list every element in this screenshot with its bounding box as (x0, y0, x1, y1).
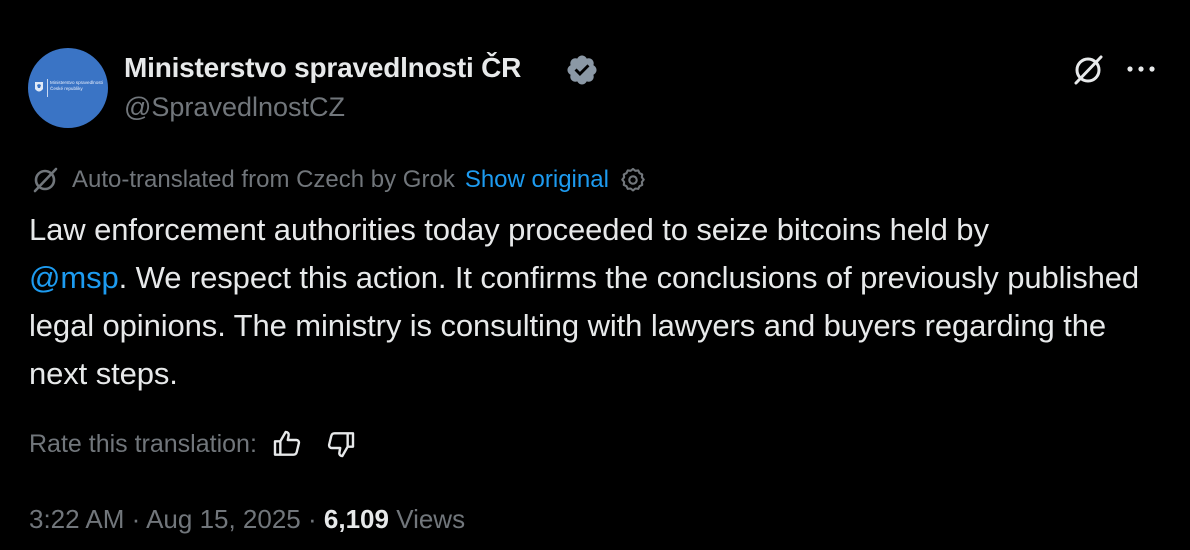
mention-link[interactable]: @msp (29, 260, 119, 295)
tweet-time[interactable]: 3:22 AM (29, 504, 124, 534)
tweet-text: Law enforcement authorities today procee… (29, 206, 1169, 398)
tweet-text-part-2: . We respect this action. It confirms th… (29, 260, 1140, 391)
gear-icon[interactable] (619, 166, 647, 194)
meta-separator: · (300, 504, 324, 534)
tweet-meta: 3:22 AM · Aug 15, 2025 · 6,109 Views (29, 504, 465, 535)
rate-translation: Rate this translation: (29, 424, 357, 464)
display-name[interactable]: Ministerstvo spravedlnosti ČR (124, 52, 521, 84)
avatar-org-line-2: České republiky (50, 86, 83, 91)
rate-translation-label: Rate this translation: (29, 429, 257, 458)
translation-bar: Auto-translated from Czech by Grok Show … (30, 164, 647, 196)
tweet: Ministerstvo spravedlnosti České republi… (0, 0, 1190, 550)
views-count: 6,109 (323, 504, 389, 534)
translation-notice: Auto-translated from Czech by Grok (72, 166, 455, 193)
thumbs-up-icon[interactable] (271, 428, 303, 460)
avatar-org-text: Ministerstvo spravedlnosti České republi… (50, 80, 103, 92)
show-original-link[interactable]: Show original (465, 166, 609, 194)
coat-of-arms-icon (35, 82, 43, 92)
tweet-text-part-1: Law enforcement authorities today procee… (29, 212, 989, 247)
handle[interactable]: @SpravedlnostCZ (124, 92, 345, 123)
tweet-date[interactable]: Aug 15, 2025 (146, 504, 301, 534)
meta-separator: · (124, 504, 147, 534)
thumbs-down-icon[interactable] (325, 428, 357, 460)
more-horizontal-icon[interactable] (1124, 56, 1158, 82)
grok-icon (33, 167, 58, 193)
verified-badge-icon[interactable] (565, 53, 599, 87)
avatar-divider (47, 79, 48, 97)
grok-icon[interactable] (1070, 52, 1106, 88)
avatar[interactable]: Ministerstvo spravedlnosti České republi… (28, 48, 108, 128)
views-label: Views (396, 504, 466, 534)
